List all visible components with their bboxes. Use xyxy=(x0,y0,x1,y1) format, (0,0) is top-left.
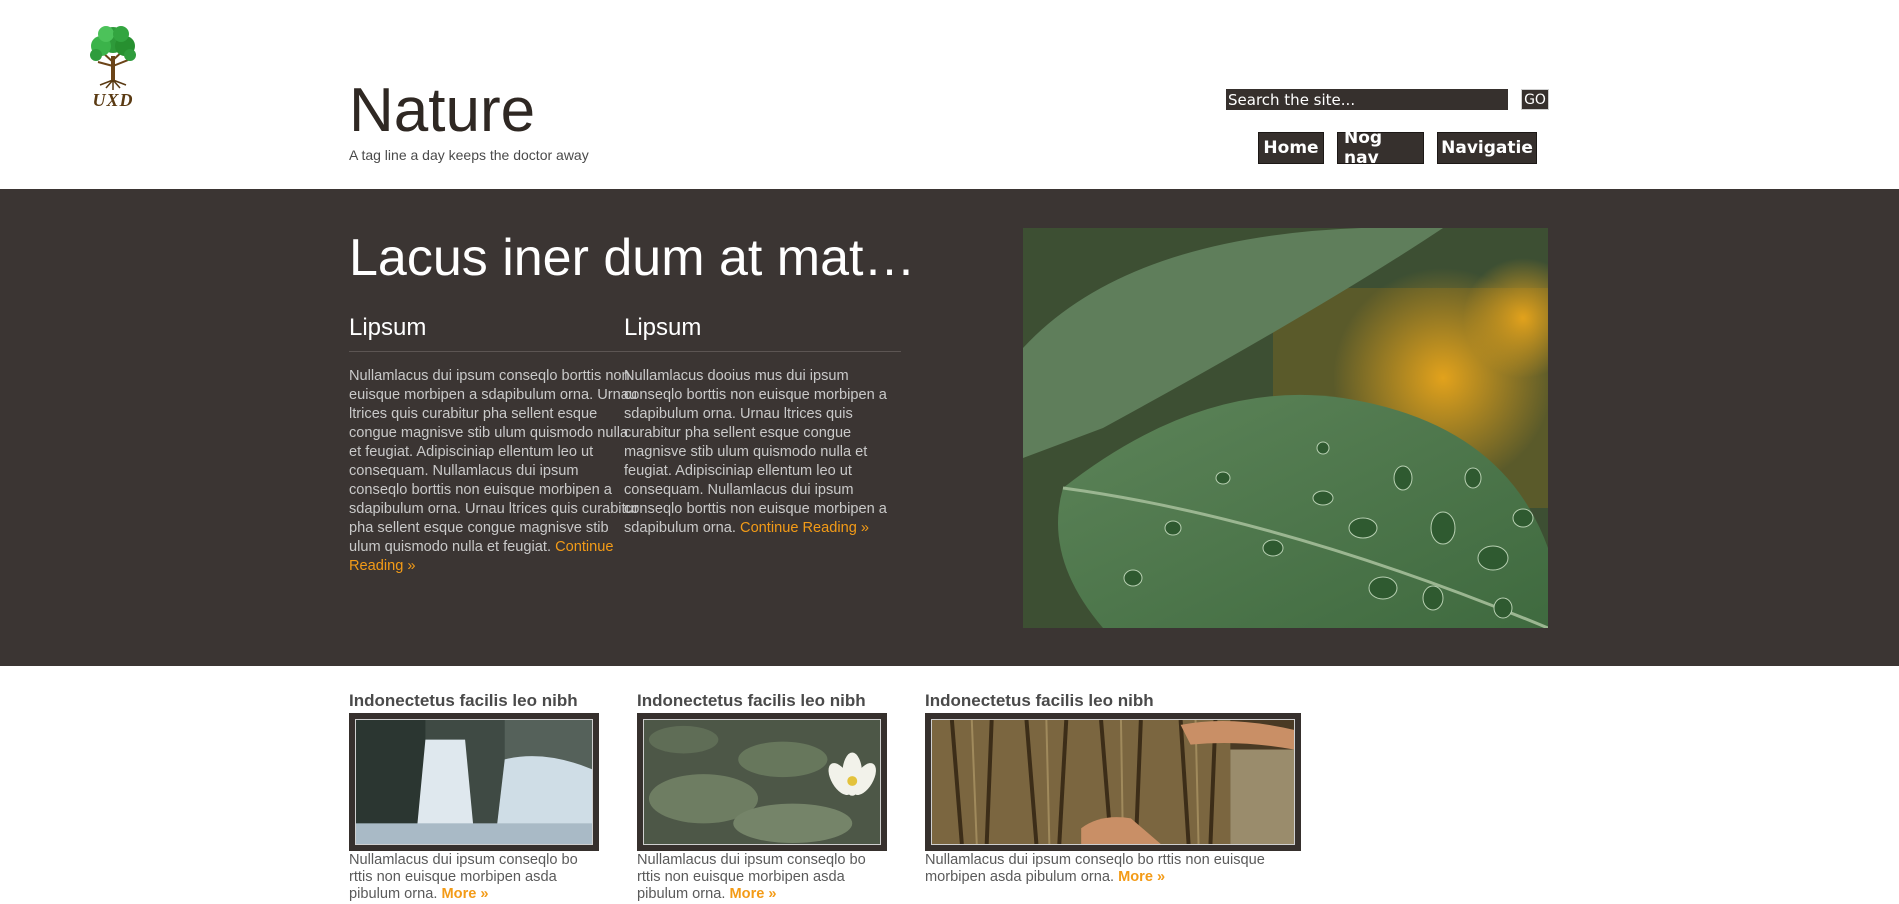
more-link[interactable]: More » xyxy=(1118,869,1165,885)
card-image[interactable] xyxy=(349,713,599,851)
column-text: Nullamlacus dui ipsum conseqlo borttis n… xyxy=(349,368,639,555)
card-body: Nullamlacus dui ipsum conseqlo bo rttis … xyxy=(925,852,1265,885)
tagline: A tag line a day keeps the doctor away xyxy=(349,147,589,163)
more-link[interactable]: More » xyxy=(730,886,777,902)
card-image[interactable] xyxy=(925,713,1301,851)
site-title: Nature xyxy=(349,76,536,145)
leaf-with-raindrops-photo-icon xyxy=(1023,228,1548,628)
site-logo[interactable]: UXD xyxy=(84,22,142,116)
search-go-button[interactable]: GO xyxy=(1521,89,1549,110)
feature-card: Indonectetus facilis leo nibh Nullamlacu… xyxy=(637,690,887,902)
main-nav: Home Nog nav Navigatie xyxy=(1258,128,1550,168)
card-text: Nullamlacus dui ipsum conseqlo bo rttis … xyxy=(349,852,599,903)
nav-nog-nav[interactable]: Nog nav xyxy=(1337,128,1424,168)
hero-band: Lacus iner dum at mat… Lipsum Nullamlacu… xyxy=(0,189,1899,666)
hero-column-1: Lipsum Nullamlacus dui ipsum conseqlo bo… xyxy=(349,313,639,574)
hero-column-2: Lipsum Nullamlacus dooius mus dui ipsum … xyxy=(624,313,900,536)
logo-text: UXD xyxy=(92,90,134,110)
column-body: Nullamlacus dooius mus dui ipsum conseql… xyxy=(624,367,904,538)
column-divider xyxy=(349,351,901,352)
column-text: Nullamlacus dooius mus dui ipsum conseql… xyxy=(624,368,887,536)
continue-reading-link[interactable]: Continue Reading » xyxy=(740,520,869,536)
search-input[interactable] xyxy=(1226,89,1508,110)
card-title: Indonectetus facilis leo nibh xyxy=(925,691,1154,710)
card-text: Nullamlacus dui ipsum conseqlo bo rttis … xyxy=(925,852,1305,886)
more-link[interactable]: More » xyxy=(442,886,489,902)
column-body: Nullamlacus dui ipsum conseqlo borttis n… xyxy=(349,367,639,576)
feature-card: Indonectetus facilis leo nibh Nullamlacu… xyxy=(349,690,599,902)
nav-navigatie[interactable]: Navigatie xyxy=(1437,132,1537,164)
nav-home[interactable]: Home xyxy=(1258,132,1324,164)
card-title: Indonectetus facilis leo nibh xyxy=(637,691,866,710)
card-image[interactable] xyxy=(637,713,887,851)
tree-icon xyxy=(90,26,136,90)
column-heading: Lipsum xyxy=(349,314,427,341)
waterfall-photo-icon xyxy=(355,719,593,845)
column-heading: Lipsum xyxy=(624,314,702,341)
card-title: Indonectetus facilis leo nibh xyxy=(349,691,578,710)
hero-image xyxy=(1023,228,1548,628)
hero-title: Lacus iner dum at mat… xyxy=(349,229,916,287)
water-lily-photo-icon xyxy=(643,719,881,845)
card-text: Nullamlacus dui ipsum conseqlo bo rttis … xyxy=(637,852,887,903)
feature-card: Indonectetus facilis leo nibh Nullamlacu… xyxy=(925,690,1301,885)
tree-bark-hands-photo-icon xyxy=(931,719,1295,845)
